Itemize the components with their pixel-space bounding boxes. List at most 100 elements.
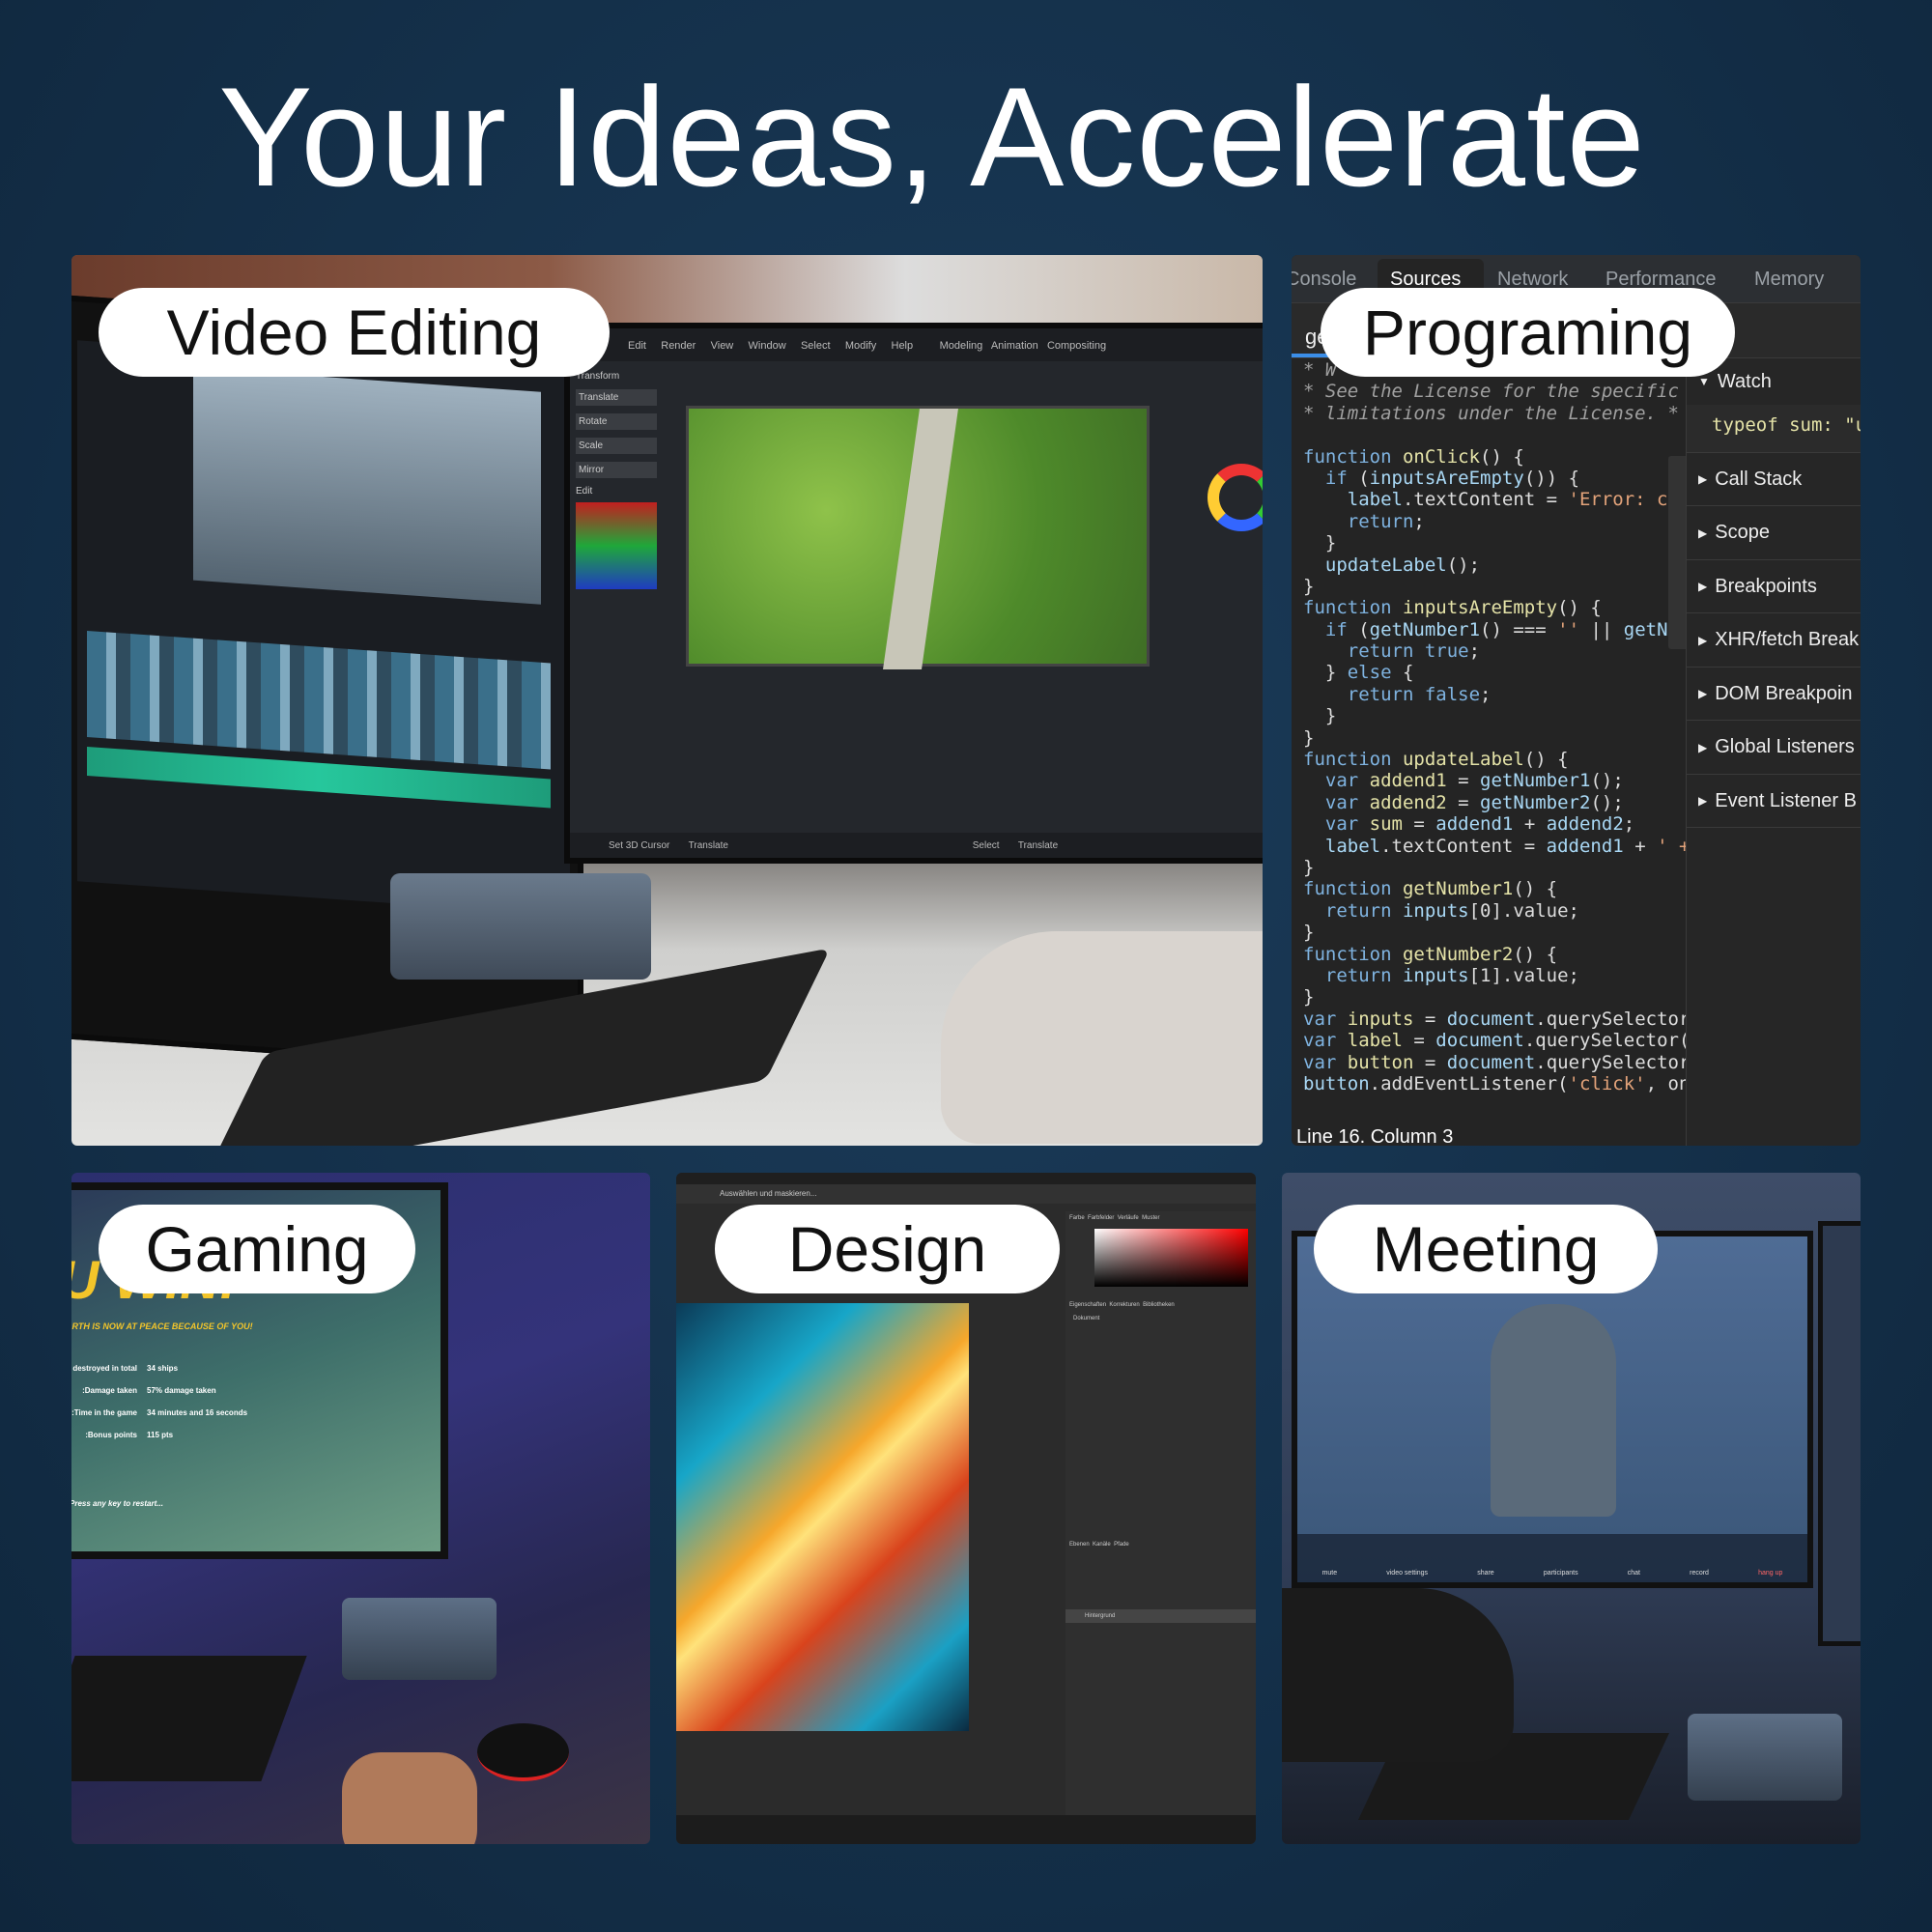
code-line: var addend1 = getNumber1(); [1303,770,1686,791]
code-token: ; [1480,683,1492,705]
menu-render[interactable]: Render [661,340,696,352]
stat-value: 115 pts [147,1431,174,1439]
stat-label: Bonus points: [85,1431,137,1439]
section-dom-breakpoin[interactable]: ▶ DOM Breakpoin [1687,668,1861,721]
section-label: Scope [1715,522,1770,543]
watch-expression[interactable]: typeof sum: "u [1687,405,1861,453]
mode-animation[interactable]: Animation [991,340,1038,352]
tool-rotate[interactable]: Rotate [576,413,657,430]
code-token: inputsAreEmpty [1369,467,1524,489]
section-global-listeners[interactable]: ▶ Global Listeners [1687,722,1861,775]
mute-button[interactable]: mute [1322,1570,1338,1577]
code-editor[interactable]: * W * See the License for the specific * l… [1303,359,1686,1103]
canvas-artwork [676,1303,969,1731]
section-breakpoints[interactable]: ▶ Breakpoints [1687,560,1861,613]
section-label: Event Listener B [1715,789,1857,811]
mode-compositing[interactable]: Compositing [1047,340,1106,352]
tab-channels[interactable]: Kanäle [1093,1542,1111,1548]
mini-pc [342,1598,497,1680]
side-monitor [1818,1221,1861,1646]
section-call-stack[interactable]: ▶ Call Stack [1687,453,1861,506]
code-token: [0].value; [1468,899,1579,922]
tab-layers[interactable]: Ebenen [1069,1542,1090,1548]
menu-modify[interactable]: Modify [845,340,876,352]
section-label: DOM Breakpoin [1715,682,1853,704]
tab-color[interactable]: Farbe [1069,1215,1085,1221]
code-token: var [1303,1008,1348,1030]
code-line: if (getNumber1() === '' || getN [1303,619,1686,640]
tab-adjustments[interactable]: Korrekturen [1109,1302,1139,1308]
tool-mirror[interactable]: Mirror [576,462,657,478]
caret-right-icon: ▶ [1698,794,1708,808]
section-label: Watch [1717,370,1772,392]
code-token: button [1347,1051,1414,1073]
code-token: else [1347,662,1392,684]
chat-button[interactable]: chat [1628,1570,1640,1577]
code-token: } [1303,726,1315,749]
tool-scale[interactable]: Scale [576,438,657,454]
code-line: var addend2 = getNumber2(); [1303,792,1686,813]
label-programming: Programing [1321,288,1735,377]
code-token: 'Error: c [1568,489,1668,511]
menu-select[interactable]: Select [801,340,831,352]
code-line: } else { [1303,662,1686,683]
footer-text: Translate [688,840,728,851]
code-line: } [1303,986,1686,1008]
code-token: * limitations under the License. * [1303,402,1679,424]
caret-down-icon: ▼ [1698,375,1710,388]
share-button[interactable]: share [1477,1570,1494,1577]
meeting-controls: mute video settings share participants c… [1297,1534,1807,1582]
person-arm [1282,1588,1514,1762]
section-event-listener-b[interactable]: ▶ Event Listener B [1687,775,1861,828]
participants-button[interactable]: participants [1544,1570,1578,1577]
caret-right-icon: ▶ [1698,740,1708,754]
tab-properties[interactable]: Eigenschaften [1069,1302,1106,1308]
code-token: sum [1369,813,1403,836]
caret-right-icon: ▶ [1698,687,1708,700]
color-picker[interactable] [1094,1229,1248,1287]
stat-value: 34 minutes and 16 seconds [147,1408,248,1417]
record-button[interactable]: record [1690,1570,1709,1577]
menu-window[interactable]: Window [749,340,786,352]
code-token: .addEventListener( [1369,1072,1569,1094]
section-label: Global Listeners [1715,736,1855,757]
code-token: () { [1513,878,1558,900]
mode-modeling[interactable]: Modeling [940,340,983,352]
section-scope[interactable]: ▶ Scope [1687,507,1861,560]
code-token: = [1446,770,1481,792]
menu-edit[interactable]: Edit [628,340,646,352]
code-token: if [1303,618,1359,640]
code-token: var [1303,1030,1348,1052]
tab-memory[interactable]: Memory [1754,269,1824,291]
code-line: return inputs[1].value; [1303,965,1686,986]
tab-gradients[interactable]: Verläufe [1118,1215,1139,1221]
tool-transform: Transform [576,371,620,382]
taskbar [676,1815,1256,1844]
code-token: () { [1557,597,1602,619]
code-line: * See the License for the specific [1303,381,1686,402]
layer-row[interactable]: Hintergrund [1065,1609,1256,1623]
section-xhr-fetch-break[interactable]: ▶ XHR/fetch Break [1687,614,1861,668]
code-line: function getNumber2() { [1303,944,1686,965]
menu-view[interactable]: View [711,340,734,352]
mini-pc [390,873,651,980]
code-token: inputs [1347,1008,1414,1030]
section-label: Call Stack [1715,468,1803,490]
code-token: ; [1413,510,1425,532]
menu-help[interactable]: Help [892,340,914,352]
tool-translate[interactable]: Translate [576,389,657,406]
tab-paths[interactable]: Pfade [1114,1542,1129,1548]
tab-console[interactable]: Console [1292,269,1356,291]
code-token: function [1303,943,1403,965]
stat-row: Bonus points: 115 pts [71,1431,292,1439]
tab-patterns[interactable]: Muster [1142,1215,1159,1221]
footer-text: Translate [1017,840,1059,851]
code-line: } [1303,857,1686,878]
hang-up-button[interactable]: hang up [1758,1570,1782,1577]
video-settings-button[interactable]: video settings [1386,1570,1428,1577]
code-token: function [1303,597,1403,619]
tab-libraries[interactable]: Bibliotheken [1143,1302,1175,1308]
code-token: .textContent = [1402,489,1569,511]
tab-swatches[interactable]: Farbfelder [1088,1215,1114,1221]
select-mask-button[interactable]: Auswählen und maskieren... [720,1189,817,1198]
